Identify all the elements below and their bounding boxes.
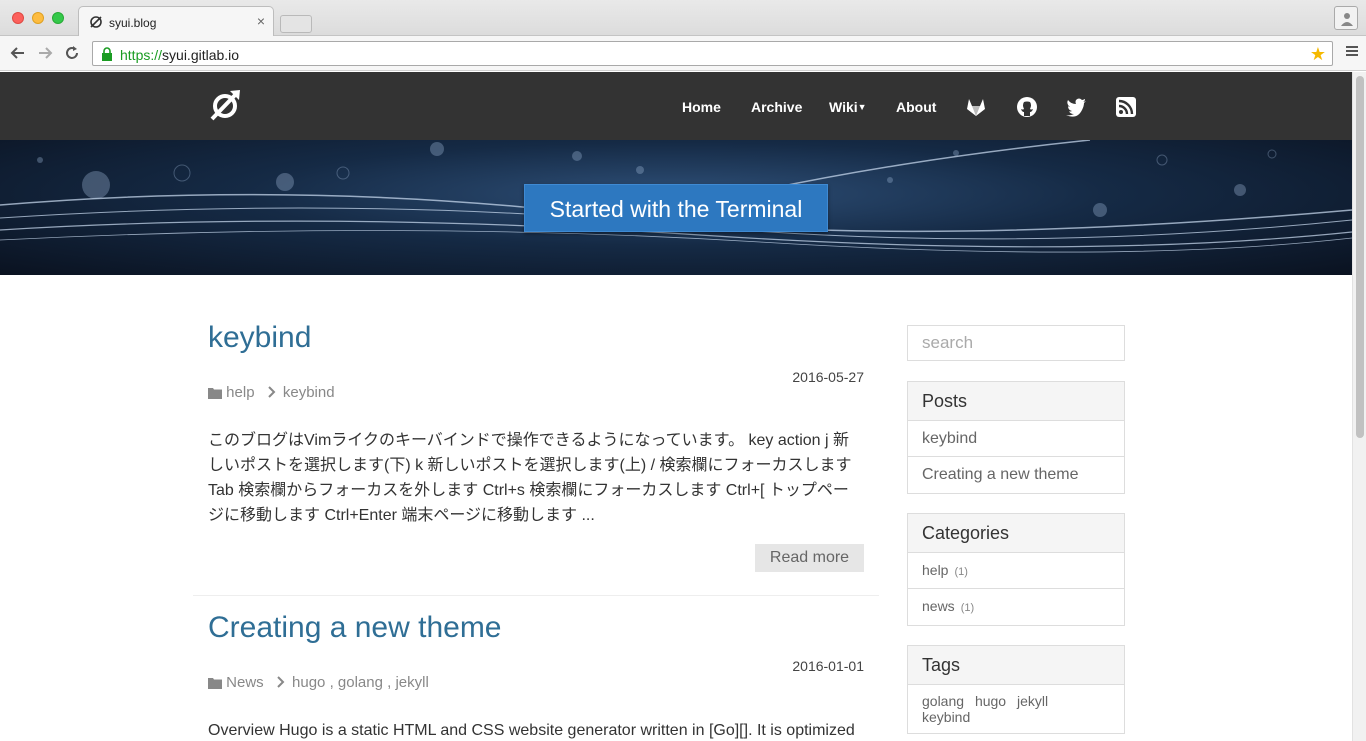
category-count: (1) <box>954 566 968 578</box>
post-date: 2016-01-01 <box>792 658 864 674</box>
nav-wiki[interactable]: Wiki▼ <box>829 99 867 115</box>
tag-link[interactable]: jekyll <box>1017 693 1048 709</box>
user-icon <box>1341 13 1353 26</box>
lock-icon <box>102 47 112 61</box>
rss-icon[interactable] <box>1115 96 1137 118</box>
panel-title: Tags <box>908 646 1124 685</box>
tab-title: syui.blog <box>109 16 157 30</box>
chevron-right-icon <box>277 676 285 688</box>
profile-button[interactable] <box>1334 6 1358 30</box>
new-tab-button[interactable] <box>280 15 312 33</box>
tag-list: golang hugo jekyll keybind <box>908 685 1124 733</box>
folder-icon <box>208 388 222 399</box>
recent-post-link[interactable]: Creating a new theme <box>908 457 1124 493</box>
post-tags[interactable]: hugo , golang , jekyll <box>292 674 429 691</box>
reload-icon[interactable] <box>63 44 81 62</box>
post-category[interactable]: News <box>226 674 264 691</box>
gitlab-icon[interactable] <box>965 96 987 118</box>
post-date: 2016-05-27 <box>792 369 864 385</box>
post-title[interactable]: keybind <box>208 321 311 355</box>
maximize-window-button[interactable] <box>52 12 64 24</box>
scrollbar-thumb[interactable] <box>1356 76 1364 438</box>
tags-panel: Tags golang hugo jekyll keybind <box>907 645 1125 734</box>
recent-post-link[interactable]: keybind <box>908 421 1124 457</box>
nav-about[interactable]: About <box>896 99 936 115</box>
site-logo-icon[interactable] <box>208 88 242 122</box>
folder-icon <box>208 678 222 689</box>
read-more-button[interactable]: Read more <box>755 544 864 572</box>
category-link[interactable]: help (1) <box>908 553 1124 589</box>
url-text: https://syui.gitlab.io <box>120 47 240 63</box>
panel-title: Categories <box>908 514 1124 553</box>
nav-archive[interactable]: Archive <box>751 99 802 115</box>
browser-tab[interactable]: syui.blog × <box>78 6 274 37</box>
browser-toolbar: https://syui.gitlab.io ★ <box>0 36 1366 71</box>
post-title[interactable]: Creating a new theme <box>208 611 502 645</box>
search-input[interactable] <box>907 325 1125 361</box>
chevron-right-icon <box>267 386 276 398</box>
minimize-window-button[interactable] <box>32 12 44 24</box>
post-meta: help keybind <box>208 384 335 401</box>
address-bar[interactable]: https://syui.gitlab.io ★ <box>92 41 1333 66</box>
caret-down-icon: ▼ <box>857 102 867 112</box>
favicon-icon <box>90 16 102 28</box>
page-scrollbar[interactable] <box>1352 72 1366 741</box>
category-link[interactable]: news (1) <box>908 589 1124 625</box>
menu-icon[interactable] <box>1346 45 1358 57</box>
category-count: (1) <box>960 602 975 614</box>
close-window-button[interactable] <box>12 12 24 24</box>
bookmark-star-icon[interactable]: ★ <box>1310 44 1326 65</box>
tag-link[interactable]: hugo <box>975 693 1006 709</box>
panel-title: Posts <box>908 382 1124 421</box>
tag-link[interactable]: keybind <box>922 709 970 725</box>
post-divider <box>193 595 879 596</box>
post-meta: News hugo , golang , jekyll <box>208 674 429 691</box>
nav-home[interactable]: Home <box>682 99 721 115</box>
post-tags[interactable]: keybind <box>283 384 335 401</box>
github-icon[interactable] <box>1016 96 1038 118</box>
post-excerpt: このブログはVimライクのキーバインドで操作できるようになっています。 key … <box>208 432 852 524</box>
tag-link[interactable]: golang <box>922 693 964 709</box>
back-icon[interactable] <box>9 44 27 62</box>
hero-title: Started with the Terminal <box>524 184 828 232</box>
hero-banner: Started with the Terminal <box>0 140 1352 275</box>
post-excerpt: Overview Hugo is a static HTML and CSS w… <box>208 722 855 739</box>
browser-tabbar: syui.blog × <box>0 0 1366 37</box>
post-category[interactable]: help <box>226 384 254 401</box>
categories-panel: Categories help (1) news (1) <box>907 513 1125 626</box>
forward-icon[interactable] <box>36 44 54 62</box>
twitter-icon[interactable] <box>1065 96 1087 118</box>
site-navbar: Home Archive Wiki▼ About <box>0 72 1352 140</box>
posts-panel: Posts keybind Creating a new theme <box>907 381 1125 494</box>
close-tab-icon[interactable]: × <box>257 13 265 29</box>
